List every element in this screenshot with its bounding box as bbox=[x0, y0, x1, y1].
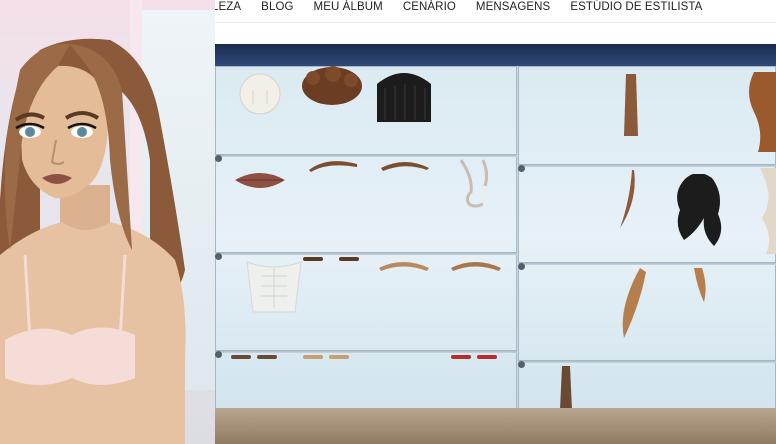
wardrobe-stage bbox=[215, 44, 776, 444]
avatar-iris-left bbox=[25, 127, 35, 137]
light-brows-item-2[interactable] bbox=[449, 258, 503, 274]
nav-item-estudio-de-estilista[interactable]: ESTÚDIO DE ESTILISTA bbox=[560, 0, 712, 14]
afro-hair-item[interactable] bbox=[301, 66, 363, 106]
nav-item-cenario[interactable]: CENÁRIO bbox=[393, 0, 466, 14]
shelf-divider bbox=[518, 360, 776, 363]
nav-menu: LEZA BLOG MEU ÁLBUM CENÁRIO MENSAGENS ES… bbox=[212, 0, 712, 14]
black-bob-hair-item[interactable] bbox=[373, 68, 435, 122]
avatar-bra bbox=[5, 327, 135, 385]
wardrobe-panel-right bbox=[518, 66, 776, 410]
light-brows-item-1[interactable] bbox=[377, 258, 431, 274]
shelf-divider bbox=[518, 164, 776, 167]
eyebrows-item-2[interactable] bbox=[379, 158, 431, 174]
hook-icon bbox=[518, 361, 525, 368]
long-dark-hair-item[interactable] bbox=[556, 366, 576, 410]
shelf-divider bbox=[518, 262, 776, 265]
hook-icon bbox=[215, 253, 222, 260]
avatar-iris-right bbox=[77, 127, 87, 137]
black-wavy-hair-item[interactable] bbox=[672, 174, 726, 248]
shelf-divider bbox=[215, 252, 517, 255]
light-strand-hair-item[interactable] bbox=[752, 168, 776, 254]
thin-brows-item[interactable] bbox=[301, 254, 363, 264]
shelf-divider bbox=[215, 154, 517, 157]
nav-item-meu-album[interactable]: MEU ÁLBUM bbox=[304, 0, 393, 14]
long-brown-hair-item[interactable] bbox=[620, 74, 640, 136]
wardrobe-panel-left bbox=[215, 66, 517, 410]
hook-icon bbox=[215, 155, 222, 162]
abs-body-item[interactable] bbox=[239, 258, 309, 314]
avatar-character[interactable] bbox=[0, 0, 215, 444]
night-sky-strip bbox=[215, 44, 776, 66]
nav-item-blog[interactable]: BLOG bbox=[251, 0, 303, 14]
nav-item-beleza[interactable]: LEZA bbox=[212, 0, 251, 14]
floor bbox=[215, 408, 776, 444]
face-skin-item[interactable] bbox=[237, 72, 283, 116]
hook-icon bbox=[215, 351, 222, 358]
blonde-strand-hair-item-2[interactable] bbox=[688, 268, 708, 302]
side-strand-hair-item[interactable] bbox=[618, 170, 638, 228]
nav-item-mensagens[interactable]: MENSAGENS bbox=[466, 0, 560, 14]
lips-item[interactable] bbox=[233, 166, 287, 194]
brow-strip-item[interactable] bbox=[229, 352, 499, 362]
blonde-strand-hair-item-1[interactable] bbox=[618, 268, 648, 338]
hook-icon bbox=[518, 165, 525, 172]
eyebrows-item-1[interactable] bbox=[307, 158, 359, 174]
hook-icon bbox=[518, 263, 525, 270]
avatar-panel bbox=[0, 0, 215, 444]
wavy-brown-hair-item[interactable] bbox=[740, 72, 776, 152]
nose-item[interactable] bbox=[447, 158, 499, 214]
